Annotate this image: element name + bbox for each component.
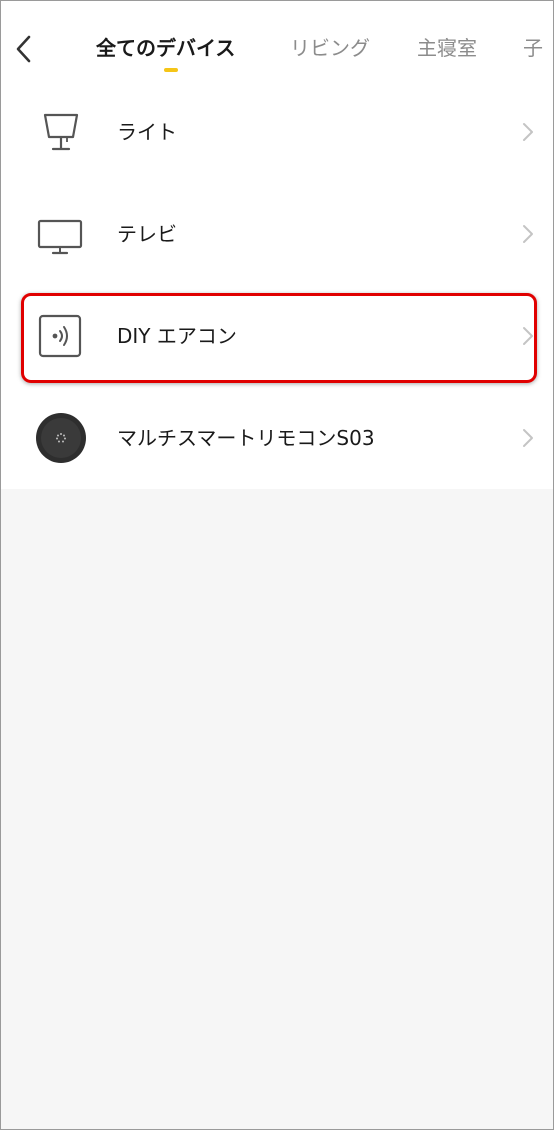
device-row-diy-aircon[interactable]: DIY エアコン: [1, 285, 553, 387]
tab-kids-room[interactable]: 子: [523, 33, 543, 63]
lamp-icon: [33, 107, 89, 157]
device-row-multi-smart-remote[interactable]: マルチスマートリモコンS03: [1, 387, 553, 489]
active-tab-indicator: [164, 68, 178, 72]
smart-remote-hub-icon: [33, 413, 89, 463]
top-bar: 全てのデバイス リビング 主寝室 子: [1, 1, 553, 81]
tab-master-bedroom[interactable]: 主寝室: [417, 33, 477, 63]
tv-icon: [33, 209, 89, 259]
device-row-tv[interactable]: テレビ: [1, 183, 553, 285]
device-label: ライト: [117, 120, 177, 144]
chevron-right-icon: [523, 429, 533, 447]
chevron-right-icon: [523, 327, 533, 345]
device-label: テレビ: [117, 222, 177, 246]
chevron-right-icon: [523, 123, 533, 141]
chevron-right-icon: [523, 225, 533, 243]
tab-all-devices[interactable]: 全てのデバイス: [96, 33, 235, 63]
device-list: ライト テレビ DIY エアコン マルチスマートリモコンS03: [1, 81, 553, 489]
ir-remote-icon: [33, 311, 89, 361]
tab-living[interactable]: リビング: [290, 33, 370, 63]
device-row-light[interactable]: ライト: [1, 81, 553, 183]
screen: 全てのデバイス リビング 主寝室 子 ライト テレビ DIY エアコン マルチス…: [0, 0, 554, 1130]
room-tabs: 全てのデバイス リビング 主寝室 子: [1, 1, 553, 81]
device-label: DIY エアコン: [117, 324, 237, 348]
device-label: マルチスマートリモコンS03: [117, 426, 375, 450]
